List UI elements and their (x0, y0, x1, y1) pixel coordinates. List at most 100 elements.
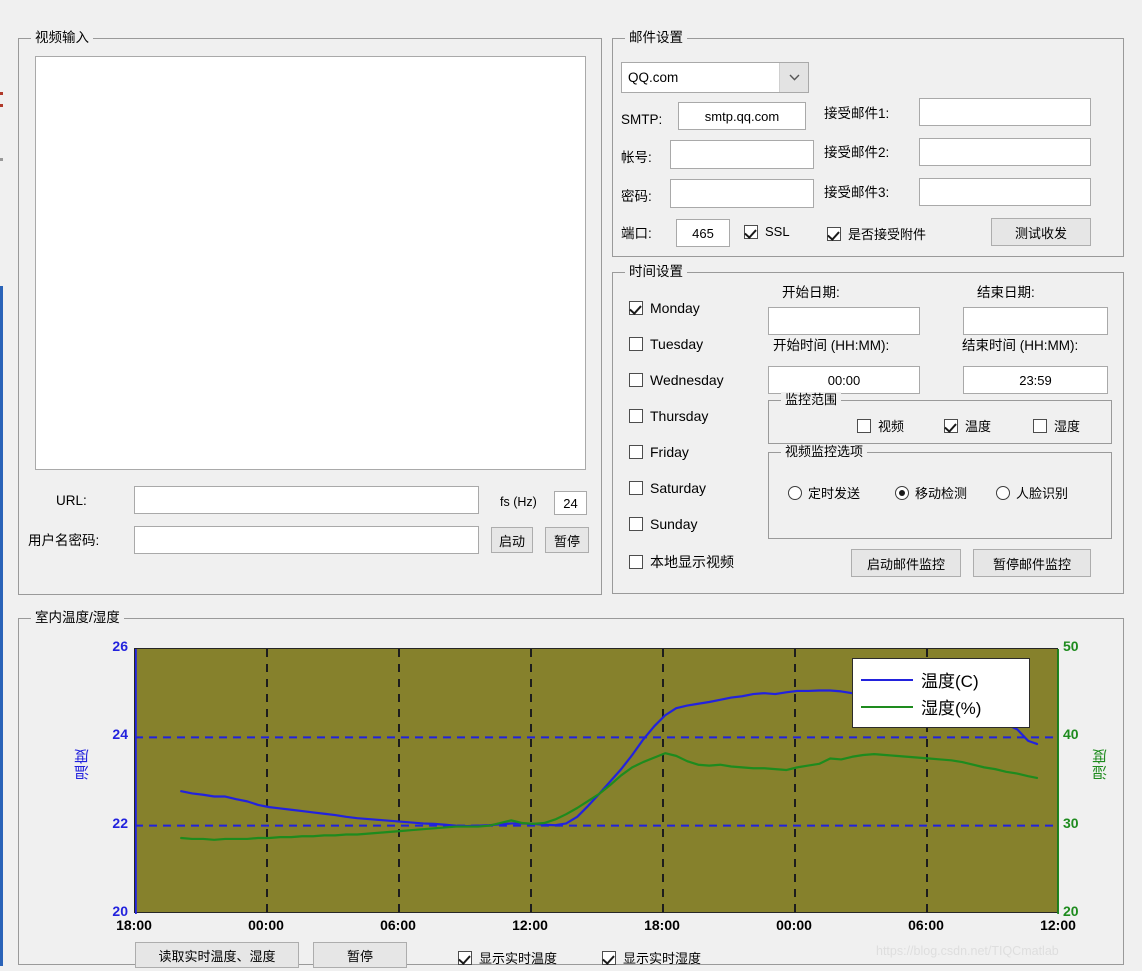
x-tick-label: 18:00 (644, 917, 680, 933)
account-input[interactable] (670, 140, 814, 169)
checkbox-icon[interactable] (629, 337, 643, 351)
credentials-input[interactable] (134, 526, 479, 554)
show-humidity-label: 显示实时湿度 (623, 951, 702, 966)
day-checkbox-monday[interactable]: Monday (629, 300, 700, 316)
recipient3-input[interactable] (919, 178, 1091, 206)
checkbox-icon[interactable] (629, 555, 643, 569)
video-option-label: 定时发送 (808, 486, 861, 501)
recipient2-input[interactable] (919, 138, 1091, 166)
chart-legend: 温度(C) 湿度(%) (852, 658, 1030, 728)
day-label: Monday (650, 300, 700, 316)
test-mail-button[interactable]: 测试收发 (991, 218, 1091, 246)
password-input[interactable] (670, 179, 814, 208)
read-realtime-button[interactable]: 读取实时温度、湿度 (135, 942, 299, 968)
port-input[interactable] (676, 219, 730, 247)
day-checkbox-tuesday[interactable]: Tuesday (629, 336, 703, 352)
y-axis-title-temperature: 温度 (74, 748, 91, 780)
recipient1-input[interactable] (919, 98, 1091, 126)
scope-checkbox-video[interactable]: 视频 (857, 416, 904, 435)
x-tick-label: 06:00 (380, 917, 416, 933)
local-display-label: 本地显示视频 (650, 554, 734, 570)
credentials-label: 用户名密码: (28, 533, 100, 548)
x-tick-label: 12:00 (512, 917, 548, 933)
checkbox-icon[interactable] (857, 418, 871, 433)
video-option-motion[interactable]: 移动检测 (895, 483, 967, 502)
pause-mail-monitor-button[interactable]: 暂停邮件监控 (973, 549, 1091, 577)
mail-provider-value: QQ.com (628, 70, 679, 85)
account-label: 帐号: (621, 150, 652, 165)
chevron-down-icon[interactable] (779, 63, 808, 92)
checkbox-icon[interactable] (629, 445, 643, 459)
start-time-input[interactable] (768, 366, 920, 394)
scope-checkbox-humidity[interactable]: 湿度 (1033, 416, 1080, 435)
mail-provider-select[interactable]: QQ.com (621, 62, 809, 93)
checkbox-icon[interactable] (629, 373, 643, 387)
checkbox-icon[interactable] (629, 409, 643, 423)
radio-icon[interactable] (996, 485, 1010, 500)
video-option-scheduled[interactable]: 定时发送 (788, 483, 860, 502)
day-label: Saturday (650, 480, 707, 496)
checkbox-icon[interactable] (744, 224, 758, 239)
temperature-humidity-chart[interactable]: 温度 湿度 20 22 24 26 20 30 40 50 18:00 00:00 06:00 12:… (30, 630, 1110, 933)
video-start-button[interactable]: 启动 (491, 527, 533, 553)
checkbox-icon[interactable] (629, 481, 643, 495)
smtp-input[interactable] (678, 102, 806, 130)
chart-pause-button[interactable]: 暂停 (313, 942, 407, 968)
fs-input[interactable] (554, 491, 587, 515)
day-checkbox-thursday[interactable]: Thursday (629, 408, 708, 424)
checkbox-icon[interactable] (602, 950, 616, 965)
checkbox-icon[interactable] (1033, 418, 1047, 433)
start-date-label: 开始日期: (782, 285, 840, 300)
day-checkbox-wednesday[interactable]: Wednesday (629, 372, 724, 388)
video-option-face[interactable]: 人脸识别 (996, 483, 1068, 502)
y-tick-label: 26 (112, 638, 128, 654)
day-checkbox-sunday[interactable]: Sunday (629, 516, 697, 532)
scope-label: 温度 (965, 419, 992, 434)
scope-label: 湿度 (1054, 419, 1081, 434)
x-tick-label: 18:00 (116, 917, 152, 933)
x-tick-label: 06:00 (908, 917, 944, 933)
scroll-thumb[interactable] (0, 286, 3, 966)
url-label: URL: (56, 493, 87, 508)
ssl-checkbox[interactable]: SSL (744, 224, 790, 239)
local-display-video-checkbox[interactable]: 本地显示视频 (629, 552, 734, 572)
y2-tick-label: 40 (1063, 726, 1079, 743)
attachment-label: 是否接受附件 (848, 227, 927, 242)
checkbox-icon[interactable] (944, 418, 958, 433)
port-label: 端口: (621, 226, 652, 241)
start-date-input[interactable] (768, 307, 920, 335)
x-tick-label: 00:00 (776, 917, 812, 933)
day-label: Tuesday (650, 336, 704, 352)
end-date-input[interactable] (963, 307, 1108, 335)
watermark-text: https://blog.csdn.net/TIQCmatlab (876, 944, 1059, 958)
scope-checkbox-temperature[interactable]: 温度 (944, 416, 991, 435)
scope-label: 视频 (878, 419, 905, 434)
monitor-scope-title: 监控范围 (781, 392, 842, 407)
rail-marker-3 (0, 158, 3, 161)
y-tick-label: 22 (112, 814, 128, 831)
show-realtime-temperature-checkbox[interactable]: 显示实时温度 (458, 948, 557, 967)
checkbox-icon[interactable] (458, 950, 472, 965)
legend-item-temperature: 温度(C) (861, 667, 1021, 692)
start-mail-monitor-button[interactable]: 启动邮件监控 (851, 549, 961, 577)
checkbox-icon[interactable] (629, 301, 643, 315)
video-monitor-options-title: 视频监控选项 (781, 444, 868, 459)
day-checkbox-friday[interactable]: Friday (629, 444, 689, 460)
x-tick-label: 12:00 (1040, 917, 1076, 933)
recipient3-label: 接受邮件3: (824, 185, 890, 200)
legend-line-icon (861, 705, 913, 708)
attachment-checkbox[interactable]: 是否接受附件 (827, 224, 926, 243)
radio-icon[interactable] (895, 485, 909, 500)
ssl-label: SSL (765, 224, 790, 239)
url-input[interactable] (134, 486, 479, 514)
radio-icon[interactable] (788, 485, 802, 500)
checkbox-icon[interactable] (629, 517, 643, 531)
left-scroll-rail[interactable] (0, 0, 7, 971)
day-checkbox-saturday[interactable]: Saturday (629, 480, 706, 496)
video-preview-area[interactable] (35, 56, 586, 470)
video-pause-button[interactable]: 暂停 (545, 527, 589, 553)
checkbox-icon[interactable] (827, 226, 841, 241)
end-time-input[interactable] (963, 366, 1108, 394)
show-realtime-humidity-checkbox[interactable]: 显示实时湿度 (602, 948, 701, 967)
rail-marker-2 (0, 104, 3, 107)
